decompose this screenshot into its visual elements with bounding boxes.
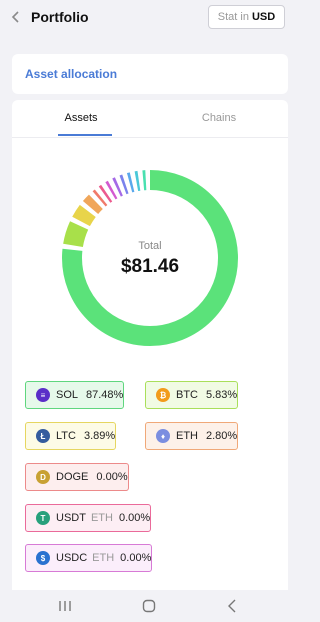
usdt-icon: T xyxy=(36,511,50,525)
asset-symbol: ETH xyxy=(176,430,198,442)
asset-chip-usdc[interactable]: $ USDC ETH 0.00% xyxy=(25,544,153,572)
sol-icon: ≡ xyxy=(36,388,50,402)
stat-prefix: Stat in xyxy=(217,11,249,23)
ltc-icon: Ł xyxy=(36,429,50,443)
allocation-panel: Assets Chains Total $81.46 ≡ SOL 87.48% … xyxy=(12,100,288,590)
tab-assets[interactable]: Assets xyxy=(12,100,150,136)
back-chevron-icon[interactable] xyxy=(8,8,24,26)
asset-symbol: DOGE xyxy=(56,471,89,483)
asset-symbol: SOL xyxy=(56,389,79,401)
page-title: Portfolio xyxy=(31,9,89,25)
asset-chip-doge[interactable]: D DOGE 0.00% xyxy=(25,463,129,491)
tab-divider xyxy=(12,137,288,138)
asset-chip-btc[interactable]: ₿ BTC 5.83% xyxy=(145,381,239,409)
asset-percent: 3.89% xyxy=(83,430,116,442)
asset-symbol: LTC xyxy=(56,430,76,442)
home-icon[interactable] xyxy=(139,596,159,616)
asset-symbol: USDC xyxy=(56,552,88,564)
tab-chains[interactable]: Chains xyxy=(150,100,288,136)
recent-apps-icon[interactable] xyxy=(55,596,75,616)
system-nav-bar xyxy=(0,590,300,622)
asset-allocation-card: Asset allocation xyxy=(12,54,288,94)
eth-icon: ♦ xyxy=(156,429,170,443)
asset-allocation-title: Asset allocation xyxy=(25,67,118,81)
usdc-icon: $ xyxy=(36,551,50,565)
doge-icon: D xyxy=(36,470,50,484)
asset-symbol: USDT xyxy=(56,512,86,524)
back-icon[interactable] xyxy=(222,596,242,616)
total-label: Total xyxy=(138,240,162,252)
asset-percent: 5.83% xyxy=(206,389,238,401)
asset-percent: 0.00% xyxy=(120,552,152,564)
header: Portfolio Stat in USD xyxy=(0,0,300,36)
stat-currency: USD xyxy=(251,11,276,23)
asset-percent: 87.48% xyxy=(86,389,124,401)
active-tab-indicator xyxy=(58,134,112,136)
asset-chip-sol[interactable]: ≡ SOL 87.48% xyxy=(25,381,125,409)
asset-percent: 2.80% xyxy=(206,430,238,442)
asset-chip-usdt[interactable]: T USDT ETH 0.00% xyxy=(25,504,152,532)
btc-icon: ₿ xyxy=(156,388,170,402)
donut-chart: Total $81.46 xyxy=(58,166,242,350)
asset-percent: 0.00% xyxy=(118,512,151,524)
asset-chain: ETH xyxy=(90,512,113,524)
total-value: $81.46 xyxy=(120,256,180,277)
asset-chip-ltc[interactable]: Ł LTC 3.89% xyxy=(25,422,117,450)
asset-symbol: BTC xyxy=(176,389,198,401)
asset-chip-eth[interactable]: ♦ ETH 2.80% xyxy=(145,422,239,450)
asset-chain: ETH xyxy=(92,552,115,564)
asset-percent: 0.00% xyxy=(96,471,128,483)
stat-currency-button[interactable]: Stat in USD xyxy=(208,5,285,29)
